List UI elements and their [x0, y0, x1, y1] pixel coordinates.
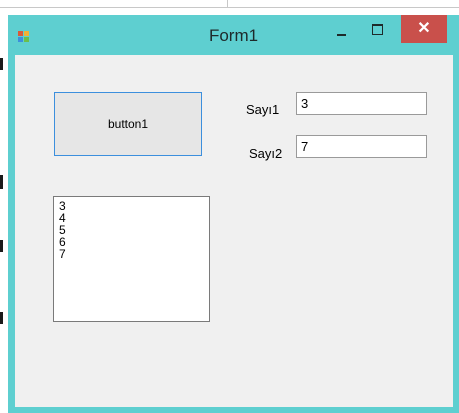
maximize-icon[interactable] [360, 17, 394, 45]
background-edge-mark [0, 58, 3, 70]
sayi1-label: Sayı1 [246, 102, 280, 117]
background-edge-mark [0, 240, 3, 252]
button1[interactable]: button1 [54, 92, 202, 156]
listbox-item[interactable]: 4 [59, 212, 209, 224]
listbox-item[interactable]: 7 [59, 248, 209, 260]
form-client-area: button1 Sayı1 Sayı2 34567 [15, 55, 453, 407]
close-icon[interactable]: ✕ [401, 15, 447, 43]
listbox-item[interactable]: 5 [59, 224, 209, 236]
listbox-item[interactable]: 6 [59, 236, 209, 248]
background-edge-mark [0, 312, 3, 324]
title-bar[interactable]: Form1 ✕ [8, 15, 459, 55]
listbox-item[interactable]: 3 [59, 200, 209, 212]
sayi2-input[interactable] [296, 135, 427, 158]
background-edge-mark [0, 175, 3, 189]
minimize-icon[interactable] [326, 17, 356, 45]
background-divider-vertical [227, 0, 228, 8]
form-window: Form1 ✕ button1 Sayı1 Sayı2 34567 [8, 15, 459, 413]
background-divider [0, 7, 459, 8]
sayi2-label: Sayı2 [249, 146, 283, 161]
sayi1-input[interactable] [296, 92, 427, 115]
number-listbox[interactable]: 34567 [53, 196, 210, 322]
